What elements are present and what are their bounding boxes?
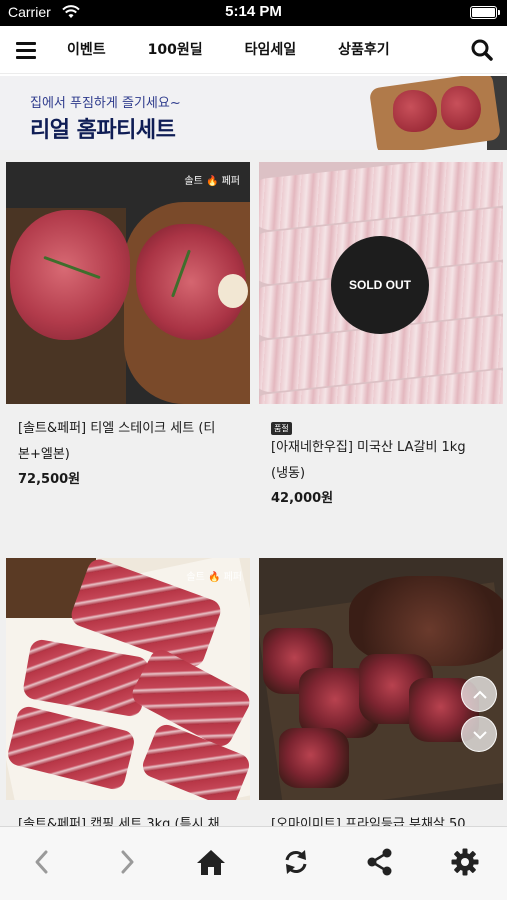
product-price: 42,000원 [271, 491, 334, 506]
product-grid: 솔트 🔥 페퍼 [솔트&페퍼] 티엘 스테이크 세트 (티 본+엘본) 72,50… [0, 150, 507, 826]
product-name: [오마이미트] 프라임등급 부채살 50 [271, 817, 466, 826]
brand-logo: 솔트 🔥 페퍼 [186, 572, 242, 583]
refresh-icon[interactable] [276, 845, 316, 879]
sold-out-badge: SOLD OUT [331, 236, 429, 334]
share-icon[interactable] [360, 845, 400, 879]
tab-100won-deal[interactable]: 100원딜 [127, 26, 224, 74]
search-icon[interactable] [469, 37, 495, 63]
banner-steak-image [393, 90, 437, 132]
product-price: 72,500원 [18, 472, 81, 487]
out-of-stock-tag: 품절 [271, 422, 292, 435]
product-image: SOLD OUT [259, 162, 503, 404]
nav-tabs: 이벤트 100원딜 타임세일 상품후기 [46, 26, 411, 74]
promo-banner[interactable]: 집에서 푸짐하게 즐기세요~ 리얼 홈파티세트 [0, 76, 507, 150]
scroll-up-button[interactable] [461, 676, 497, 712]
brand-logo: 솔트 🔥 페퍼 [184, 176, 240, 187]
chevron-down-icon [473, 731, 487, 740]
top-nav: 이벤트 100원딜 타임세일 상품후기 [0, 26, 507, 74]
tab-time-sale[interactable]: 타임세일 [224, 26, 318, 74]
status-bar: Carrier 5:14 PM [0, 0, 507, 26]
tab-event[interactable]: 이벤트 [46, 26, 127, 74]
banner-subtitle: 집에서 푸짐하게 즐기세요~ [30, 96, 181, 111]
tab-reviews[interactable]: 상품후기 [317, 26, 411, 74]
battery-icon [470, 6, 500, 19]
banner-steak-image [441, 86, 481, 130]
product-image: 솔트 🔥 페퍼 [6, 558, 250, 800]
product-name: [아재네한우집] 미국산 LA갈비 1kg (냉동) [271, 440, 466, 481]
chevron-up-icon [473, 690, 487, 699]
product-image: 솔트 🔥 페퍼 [6, 162, 250, 404]
clock: 5:14 PM [225, 3, 282, 20]
forward-icon[interactable] [107, 845, 147, 879]
product-name: [솔트&페퍼] 캡핑 세트 3kg (특시 채 [18, 817, 220, 826]
home-icon[interactable] [191, 845, 231, 879]
settings-icon[interactable] [445, 845, 485, 879]
back-icon[interactable] [22, 845, 62, 879]
hamburger-menu-icon[interactable] [14, 38, 38, 62]
banner-title: 리얼 홈파티세트 [30, 118, 176, 143]
bottom-toolbar [0, 826, 507, 900]
product-name: [솔트&페퍼] 티엘 스테이크 세트 (티 본+엘본) [18, 421, 216, 462]
scroll-down-button[interactable] [461, 716, 497, 752]
